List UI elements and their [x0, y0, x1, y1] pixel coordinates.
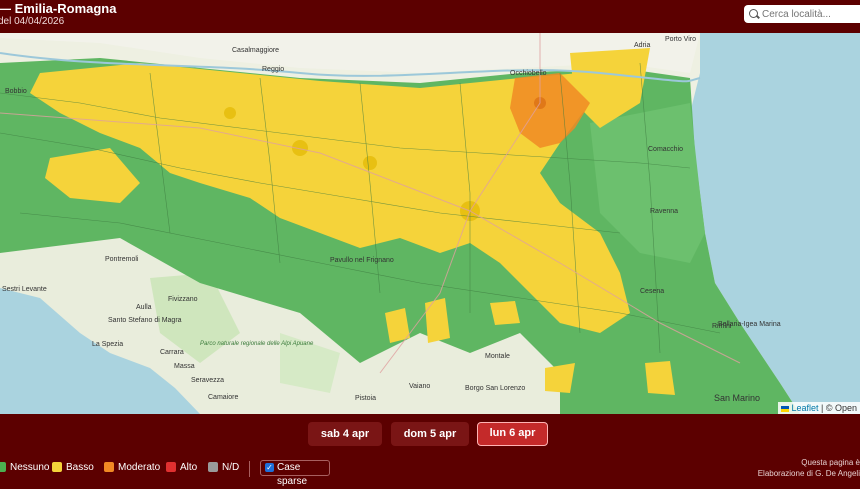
search-icon [749, 9, 758, 18]
case-sparse-toggle[interactable]: ✓ Case sparse [260, 460, 330, 487]
legend-label: Nessuno [10, 462, 50, 473]
ukraine-flag-icon [781, 405, 790, 412]
place-label: Reggio [262, 66, 284, 73]
page-title: — Emilia-Romagna [0, 1, 117, 16]
place-label: Parco naturale regionale delle Alpi Apua… [200, 341, 314, 347]
region-zone-basso[interactable] [645, 361, 675, 395]
place-label: Pavullo nel Frignano [330, 257, 394, 264]
place-label: Santo Stefano di Magra [108, 317, 182, 324]
footer-line: Elaborazione di G. De Angeli [757, 469, 860, 478]
legend-label: N/D [222, 462, 240, 473]
footer-line: Questa pagina è [801, 458, 860, 467]
legend-swatch [0, 462, 6, 473]
checkbox-checked-icon[interactable]: ✓ [265, 463, 274, 472]
place-label: Aulla [136, 304, 152, 311]
map-canvas[interactable]: Casalmaggiore Porto Viro Adria Occhiobel… [0, 33, 860, 414]
place-label: Seravezza [191, 377, 224, 384]
leaflet-link[interactable]: Leaflet [791, 403, 818, 413]
legend-item-basso: Basso [52, 462, 94, 473]
date-button-lun[interactable]: lun 6 apr [477, 422, 548, 446]
legend-swatch [104, 462, 114, 473]
place-label: Porto Viro [665, 36, 696, 43]
place-label: Occhiobello [510, 70, 547, 77]
map-attribution: Leaflet | © Open [778, 402, 860, 414]
place-label: San Marino [714, 393, 760, 403]
legend-item-alto: Alto [166, 462, 197, 473]
legend-item-moderato: Moderato [104, 462, 160, 473]
place-label: Casalmaggiore [232, 47, 279, 54]
legend-swatch [208, 462, 218, 473]
place-label: Pontremoli [105, 256, 139, 263]
place-label: Sestri Levante [2, 286, 47, 293]
date-button-dom[interactable]: dom 5 apr [391, 422, 469, 446]
case-sparse-label: Case sparse [277, 462, 308, 487]
place-label: Borgo San Lorenzo [465, 385, 525, 392]
legend-label: Alto [180, 462, 198, 473]
app-header: — Emilia-Romagna del 04/04/2026 [0, 0, 860, 33]
place-label: Bobbio [5, 88, 27, 95]
legend-label: Basso [66, 462, 94, 473]
place-label: Vaiano [409, 383, 430, 390]
date-button-sab[interactable]: sab 4 apr [308, 422, 382, 446]
legend-swatch [52, 462, 62, 473]
place-label: La Spezia [92, 341, 123, 348]
region-zone-basso[interactable] [490, 301, 520, 325]
place-label: Montale [485, 353, 510, 360]
place-label: Adria [634, 42, 650, 49]
legend-label: Moderato [118, 462, 161, 473]
footer-note: Questa pagina è Elaborazione di G. De An… [758, 457, 860, 479]
place-label: Pistoia [355, 395, 376, 402]
place-label: Ravenna [650, 208, 678, 215]
place-label: Carrara [160, 349, 184, 356]
region-zone-basso[interactable] [545, 363, 575, 393]
place-label: Fivizzano [168, 296, 198, 303]
legend-item-nessuno: Nessuno [0, 462, 49, 473]
city-marker [224, 107, 236, 119]
search-input[interactable] [744, 5, 860, 23]
legend-item-nd: N/D [208, 462, 239, 473]
place-label: Comacchio [648, 146, 683, 153]
place-label: Camaiore [208, 394, 238, 401]
map-view[interactable]: Casalmaggiore Porto Viro Adria Occhiobel… [0, 33, 860, 414]
page-subtitle: del 04/04/2026 [0, 16, 65, 27]
place-label: Bellaria-Igea Marina [718, 321, 781, 328]
city-marker [363, 156, 377, 170]
date-selector: sab 4 apr dom 5 apr lun 6 apr [0, 422, 860, 446]
legend-swatch [166, 462, 176, 473]
place-label: Massa [174, 363, 195, 370]
place-label: Cesena [640, 288, 664, 295]
attribution-text: | © Open [821, 403, 857, 413]
legend-divider [249, 461, 250, 477]
